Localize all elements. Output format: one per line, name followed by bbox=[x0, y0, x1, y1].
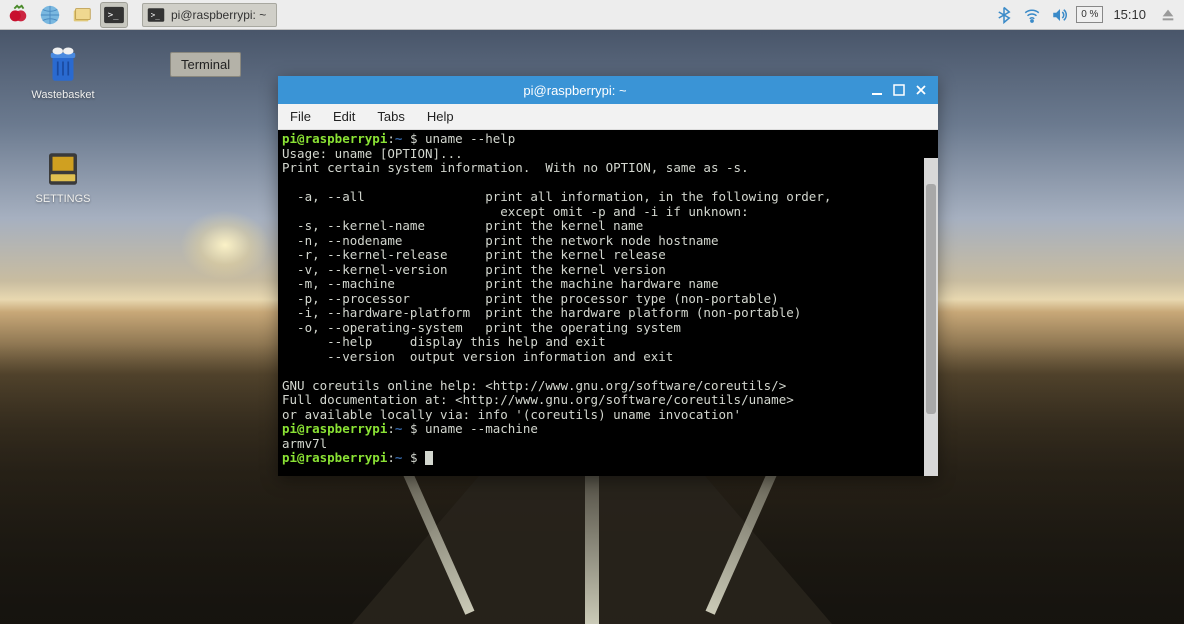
tooltip-terminal: Terminal bbox=[170, 52, 241, 77]
svg-text:>_: >_ bbox=[108, 10, 119, 20]
eject-icon[interactable] bbox=[1156, 3, 1180, 27]
titlebar[interactable]: pi@raspberrypi: ~ bbox=[278, 76, 938, 104]
menu-edit[interactable]: Edit bbox=[329, 107, 359, 126]
menu-help[interactable]: Help bbox=[423, 107, 458, 126]
prompt-user-3: pi@raspberrypi bbox=[282, 450, 387, 465]
taskbar-task-label: pi@raspberrypi: ~ bbox=[171, 8, 266, 22]
taskbar-task-terminal[interactable]: >_ pi@raspberrypi: ~ bbox=[142, 3, 277, 27]
maximize-button[interactable] bbox=[888, 79, 910, 101]
cpu-usage-badge[interactable]: 0 % bbox=[1076, 6, 1103, 23]
help-output: Usage: uname [OPTION]... Print certain s… bbox=[282, 146, 831, 422]
terminal-launcher-icon[interactable]: >_ bbox=[100, 2, 128, 28]
prompt-user-1: pi@raspberrypi bbox=[282, 131, 387, 146]
file-manager-icon[interactable] bbox=[68, 2, 96, 28]
window-title: pi@raspberrypi: ~ bbox=[284, 83, 866, 98]
desktop-icon-settings-label: SETTINGS bbox=[28, 193, 98, 205]
prompt-user-2: pi@raspberrypi bbox=[282, 421, 387, 436]
scrollbar-thumb[interactable] bbox=[926, 184, 936, 414]
bluetooth-icon[interactable] bbox=[992, 3, 1016, 27]
menu-tabs[interactable]: Tabs bbox=[373, 107, 408, 126]
terminal-window: pi@raspberrypi: ~ File Edit Tabs Help pi… bbox=[278, 76, 938, 476]
cursor bbox=[425, 451, 433, 465]
cmd-2: uname --machine bbox=[425, 421, 538, 436]
clock[interactable]: 15:10 bbox=[1107, 7, 1152, 22]
scrollbar[interactable] bbox=[924, 158, 938, 476]
terminal-body[interactable]: pi@raspberrypi:~ $ uname --help Usage: u… bbox=[278, 130, 938, 476]
desktop-icon-trash-label: Wastebasket bbox=[28, 89, 98, 101]
volume-icon[interactable] bbox=[1048, 3, 1072, 27]
output-2: armv7l bbox=[282, 436, 327, 451]
minimize-button[interactable] bbox=[866, 79, 888, 101]
cmd-1: uname --help bbox=[425, 131, 515, 146]
desktop-icon-settings[interactable]: SETTINGS bbox=[28, 148, 98, 205]
desktop-icon-trash[interactable]: Wastebasket bbox=[28, 44, 98, 101]
svg-text:>_: >_ bbox=[151, 10, 161, 19]
close-button[interactable] bbox=[910, 79, 932, 101]
taskbar: >_ >_ pi@raspberrypi: ~ 0 % 15:10 bbox=[0, 0, 1184, 30]
menubar: File Edit Tabs Help bbox=[278, 104, 938, 130]
start-menu-icon[interactable] bbox=[4, 2, 32, 28]
web-browser-icon[interactable] bbox=[36, 2, 64, 28]
wallpaper-sun bbox=[180, 210, 270, 280]
menu-file[interactable]: File bbox=[286, 107, 315, 126]
wifi-icon[interactable] bbox=[1020, 3, 1044, 27]
